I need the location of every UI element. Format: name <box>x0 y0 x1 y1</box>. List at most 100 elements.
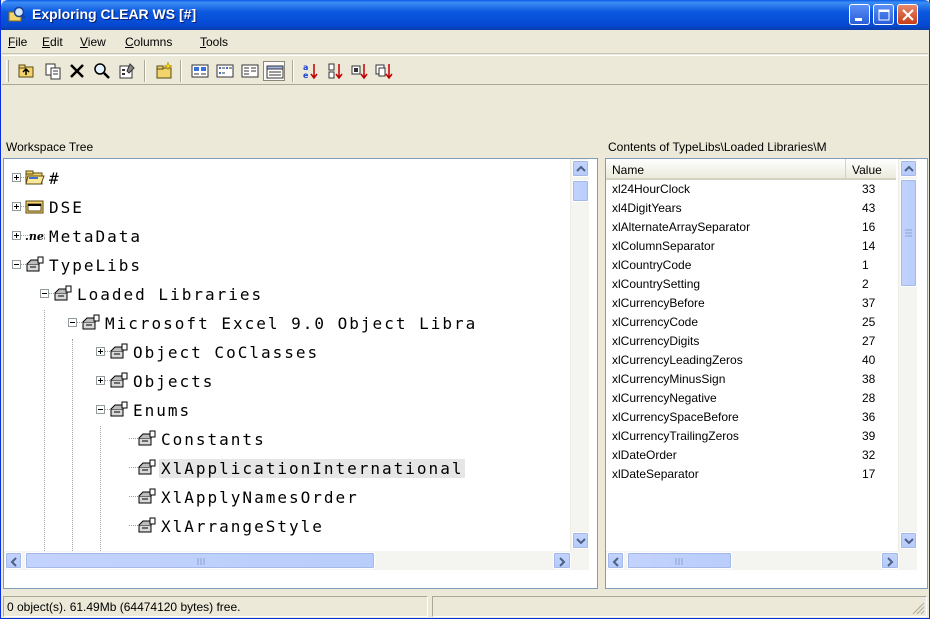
list-item-value: 16 <box>862 220 876 234</box>
list-hscroll-thumb[interactable] <box>627 552 732 569</box>
tree-node-label[interactable]: XlArrangeStyle <box>161 517 324 536</box>
tree-node[interactable]: .net MetaData <box>4 223 564 247</box>
list-item-name[interactable]: xlDateOrder <box>612 448 677 466</box>
view-small-icons-button[interactable] <box>214 61 236 81</box>
tree-node-label[interactable]: TypeLibs <box>49 256 142 275</box>
list-scroll-right-button[interactable] <box>881 552 899 569</box>
list-scroll-left-button[interactable] <box>607 552 624 569</box>
view-large-icons-button[interactable] <box>189 61 211 81</box>
tree-node-label[interactable]: MetaData <box>49 227 142 246</box>
maximize-button[interactable] <box>873 4 894 25</box>
list-item-name[interactable]: xlCurrencyMinusSign <box>612 372 725 390</box>
list-scroll-up-button[interactable] <box>900 160 917 177</box>
expand-plus-icon[interactable] <box>12 231 21 240</box>
list-item-name[interactable]: xlCurrencyCode <box>612 315 698 333</box>
list-item-name[interactable]: xlDateSeparator <box>612 467 699 485</box>
tree-node[interactable]: Microsoft Excel 9.0 Object Libra <box>4 310 564 334</box>
expand-plus-icon[interactable] <box>96 376 105 385</box>
list-item-name[interactable]: xlCurrencyLeadingZeros <box>612 353 743 371</box>
tree-node[interactable]: Enums <box>4 397 564 421</box>
tree-node-label[interactable]: Microsoft Excel 9.0 Object Libra <box>105 314 477 333</box>
list-item-name[interactable]: xlCountryCode <box>612 258 691 276</box>
expand-plus-icon[interactable] <box>96 347 105 356</box>
tree-node-label[interactable]: XlApplyNamesOrder <box>161 488 359 507</box>
up-folder-button[interactable] <box>15 61 37 81</box>
list-item-name[interactable]: xlCurrencyDigits <box>612 334 699 352</box>
view-details-button[interactable] <box>263 61 285 81</box>
menu-tools[interactable]: Tools <box>200 35 228 49</box>
workspace-tree[interactable]: # DSE .net MetaData TypeLibs Loaded Libraries… <box>3 158 598 589</box>
column-header-name[interactable]: Name <box>606 159 846 180</box>
tree-node[interactable]: XlArrangeStyle <box>4 513 564 537</box>
minimize-button[interactable] <box>849 4 870 25</box>
menu-view[interactable]: View <box>80 35 106 49</box>
tree-node-label[interactable]: DSE <box>49 198 84 217</box>
list-scroll-thumb[interactable] <box>900 179 917 287</box>
chevron-up-icon <box>576 165 586 172</box>
tree-node-label[interactable]: XlApplicationInternational <box>159 459 466 478</box>
tree-scroll-down-button[interactable] <box>572 532 589 549</box>
expand-plus-icon[interactable] <box>12 173 21 182</box>
tree-node-label[interactable]: Object CoClasses <box>133 343 319 362</box>
menu-edit[interactable]: Edit <box>42 35 63 49</box>
sort-by-type-button[interactable] <box>325 61 347 81</box>
list-item-value: 2 <box>862 277 869 291</box>
tree-node[interactable]: DSE <box>4 194 564 218</box>
menu-file[interactable]: File <box>8 35 27 49</box>
tree-scroll-thumb[interactable] <box>572 180 589 202</box>
tree-vertical-scrollbar[interactable] <box>570 159 589 551</box>
list-item-name[interactable]: xlCurrencySpaceBefore <box>612 410 739 428</box>
list-vertical-scrollbar[interactable] <box>898 159 917 551</box>
view-list-button[interactable] <box>239 61 261 81</box>
list-item-name[interactable]: xlCurrencyTrailingZeros <box>612 429 739 447</box>
tree-node-label[interactable]: Enums <box>133 401 191 420</box>
tree-guide-line <box>44 310 45 551</box>
find-button[interactable] <box>91 61 113 81</box>
tree-scroll-left-button[interactable] <box>5 552 22 569</box>
tree-node[interactable]: Object CoClasses <box>4 339 564 363</box>
list-item-name[interactable]: xl4DigitYears <box>612 201 682 219</box>
list-item-name[interactable]: xlColumnSeparator <box>612 239 715 257</box>
delete-button[interactable] <box>66 61 88 81</box>
collapse-minus-icon[interactable] <box>12 260 21 269</box>
tree-node-label[interactable]: # <box>49 169 61 188</box>
expand-plus-icon[interactable] <box>12 202 21 211</box>
tree-node-label[interactable]: Loaded Libraries <box>77 285 263 304</box>
tree-node-label[interactable]: Objects <box>133 372 214 391</box>
new-folder-button[interactable] <box>153 61 175 81</box>
sort-by-name-button[interactable]: ae <box>300 61 322 81</box>
tree-node-label[interactable]: Constants <box>161 430 266 449</box>
title-bar[interactable]: Exploring CLEAR WS [#] <box>1 0 930 30</box>
column-header-value[interactable]: Value <box>846 159 896 180</box>
properties-button[interactable] <box>116 61 138 81</box>
sort-by-size-button[interactable] <box>373 61 395 81</box>
tree-node[interactable]: TypeLibs <box>4 252 564 276</box>
collapse-minus-icon[interactable] <box>40 289 49 298</box>
tree-scroll-right-button[interactable] <box>553 552 571 569</box>
sort-by-value-button[interactable] <box>349 61 371 81</box>
menu-columns[interactable]: Columns <box>125 35 172 49</box>
resize-grip-icon[interactable] <box>911 601 925 615</box>
list-horizontal-scrollbar[interactable] <box>606 551 917 570</box>
tree-scroll-up-button[interactable] <box>572 160 589 177</box>
contents-list[interactable]: Name Value xl24HourClock 33 xl4DigitYears 4… <box>605 158 928 589</box>
tree-node[interactable]: Loaded Libraries <box>4 281 564 305</box>
tree-node[interactable]: XlApplicationInternational <box>4 455 564 479</box>
copy-button[interactable] <box>42 61 64 81</box>
list-item-name[interactable]: xlCurrencyNegative <box>612 391 717 409</box>
list-item-name[interactable]: xlCountrySetting <box>612 277 700 295</box>
list-item-name[interactable]: xlCurrencyBefore <box>612 296 705 314</box>
collapse-minus-icon[interactable] <box>68 318 77 327</box>
tree-hscroll-thumb[interactable] <box>25 552 375 569</box>
list-scroll-down-button[interactable] <box>900 532 917 549</box>
close-button[interactable] <box>897 4 918 25</box>
collapse-minus-icon[interactable] <box>96 405 105 414</box>
tree-horizontal-scrollbar[interactable] <box>4 551 589 570</box>
list-item-name[interactable]: xl24HourClock <box>612 182 690 200</box>
list-item-name[interactable]: xlAlternateArraySeparator <box>612 220 750 238</box>
tree-node[interactable]: XlApplyNamesOrder <box>4 484 564 508</box>
tree-node[interactable]: Constants <box>4 426 564 450</box>
tree-node[interactable]: # <box>4 165 564 189</box>
tree-node[interactable]: Objects <box>4 368 564 392</box>
toolbar-grip[interactable] <box>6 60 9 82</box>
